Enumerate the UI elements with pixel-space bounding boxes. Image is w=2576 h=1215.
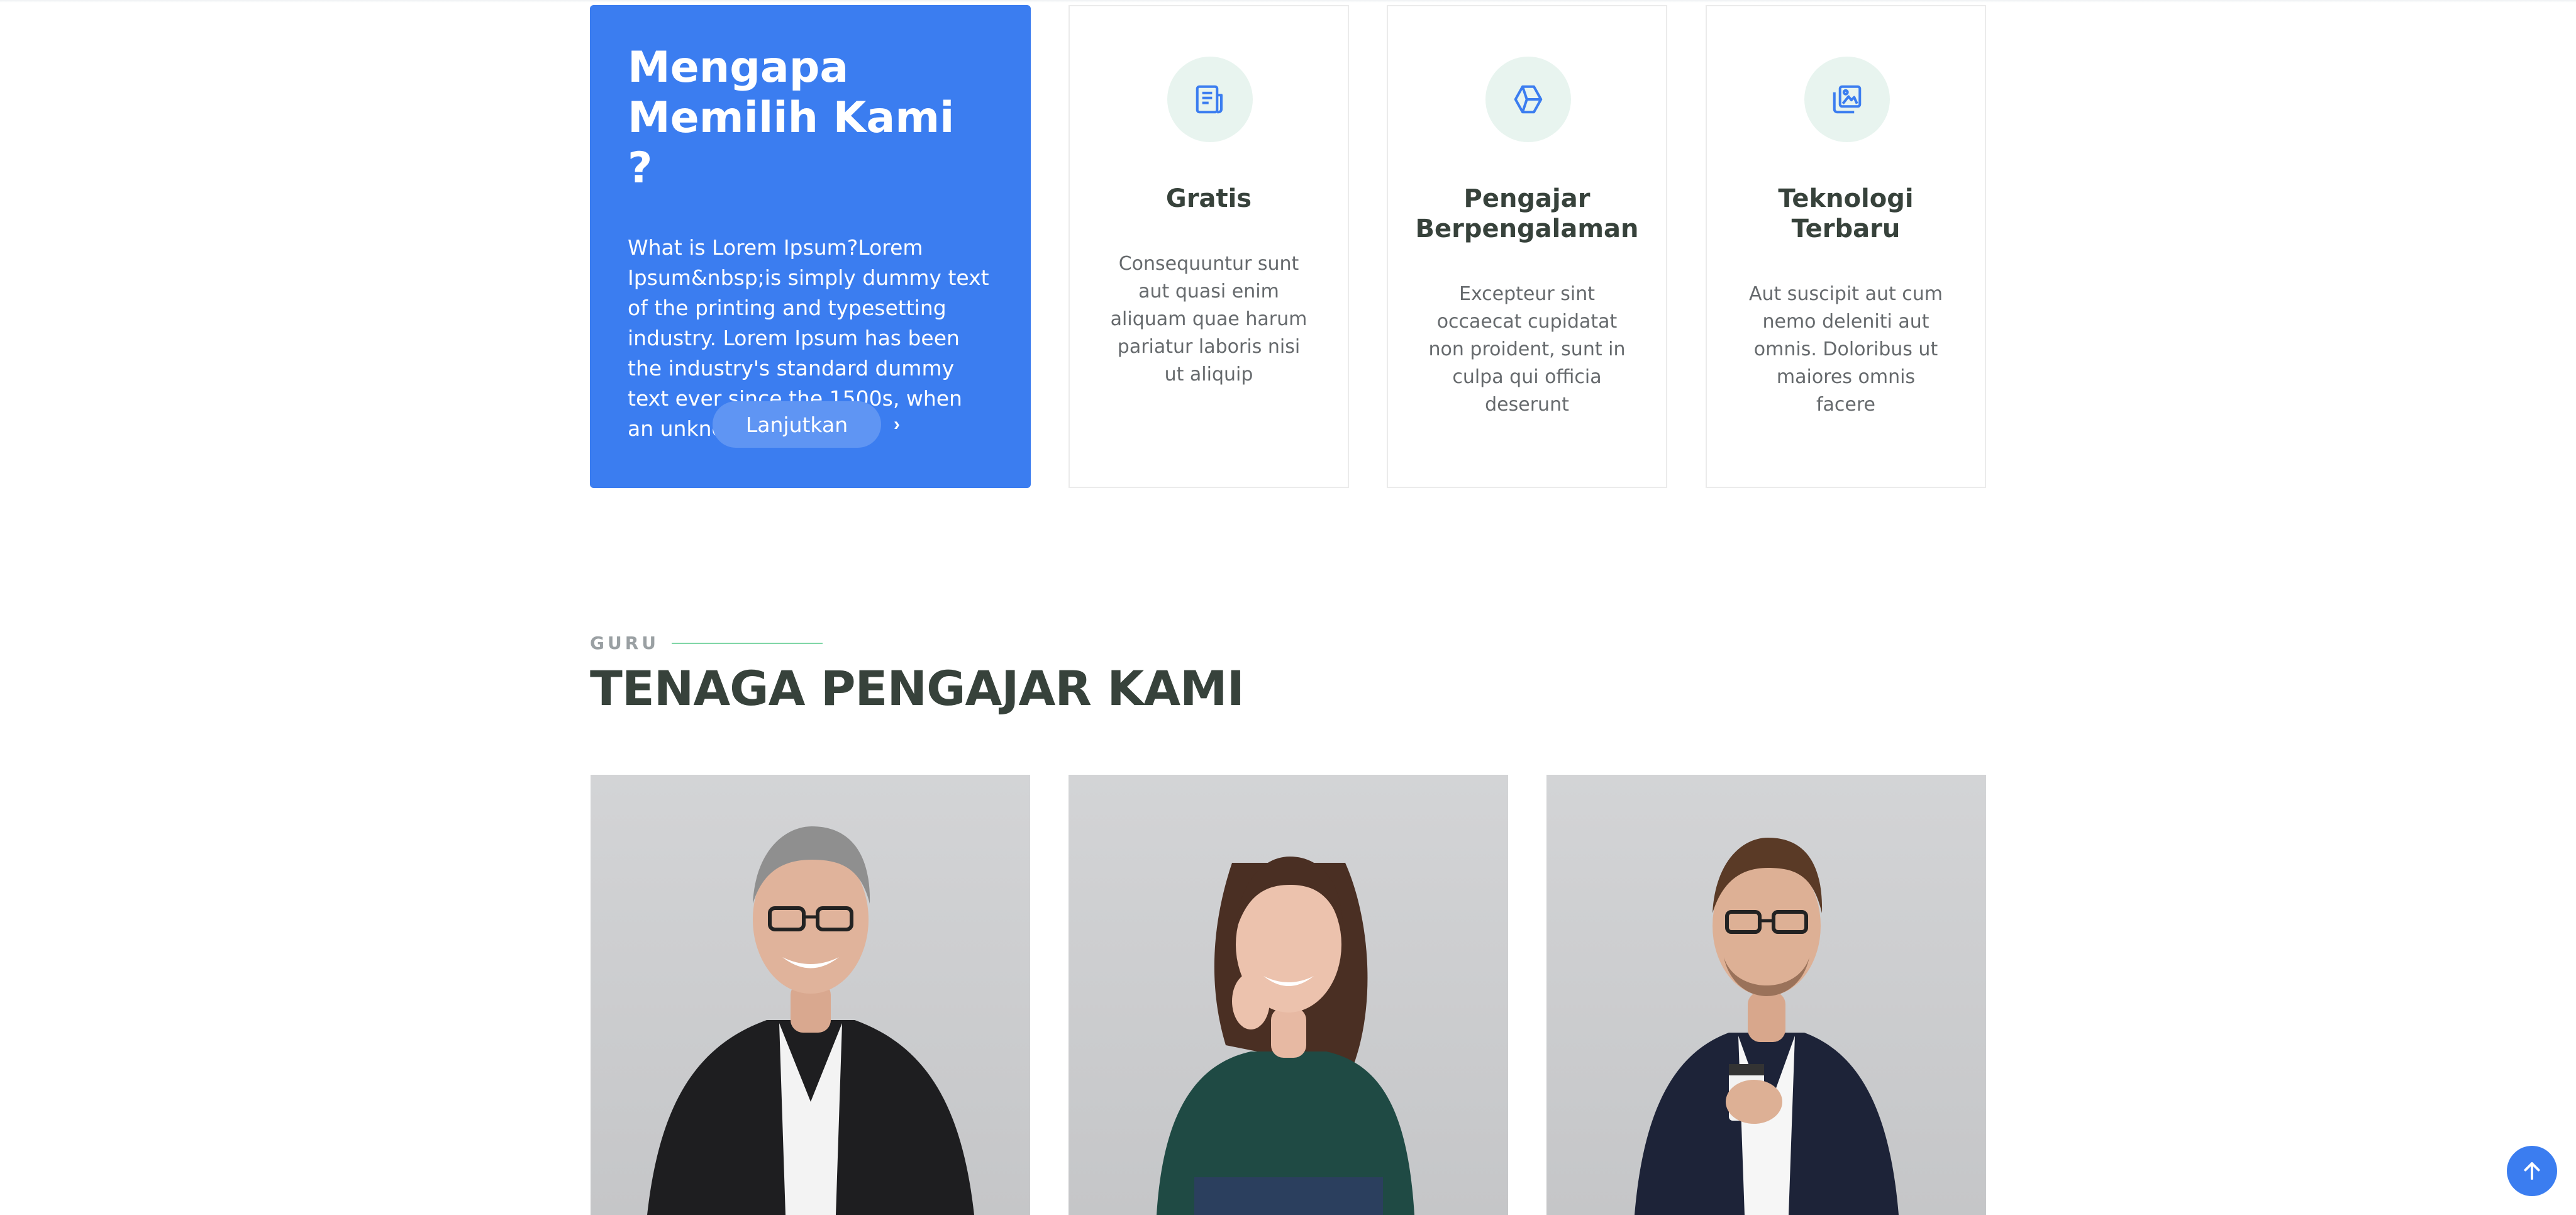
teacher-photo-man-gray-hair[interactable] [591, 775, 1030, 1215]
feature-card-experienced-teachers: Pengajar Berpengalaman Excepteur sint oc… [1387, 5, 1667, 488]
continue-button[interactable]: Lanjutkan [713, 401, 881, 448]
teacher-photo-man-navy-blazer[interactable] [1546, 775, 1986, 1215]
feature-card-free: Gratis Consequuntur sunt aut quasi enim … [1069, 5, 1349, 488]
feature-title-line1: Gratis [1165, 184, 1252, 213]
feature-title: Teknologi Terbaru [1719, 184, 1972, 244]
continue-button-group: Lanjutkan › [713, 401, 900, 448]
section-label: GURU [590, 633, 823, 653]
why-choose-us-card: Mengapa Memilih Kami ? What is Lorem Ips… [590, 5, 1031, 488]
feature-title-line2: Terbaru [1791, 214, 1901, 243]
arrow-up-icon [2524, 1162, 2540, 1180]
back-to-top-button[interactable] [2507, 1146, 2557, 1196]
feature-title: Gratis [1082, 184, 1335, 214]
why-title-line2: Memilih Kami ? [628, 93, 955, 193]
section-label-divider [672, 642, 823, 644]
header-shadow [0, 0, 2576, 3]
chevron-right-icon[interactable]: › [894, 414, 900, 435]
feature-description: Excepteur sint occaecat cupidatat non pr… [1428, 283, 1626, 416]
section-title: TENAGA PENGAJAR KAMI [590, 660, 1245, 716]
feature-card-latest-technology: Teknologi Terbaru Aut suscipit aut cum n… [1706, 5, 1986, 488]
feature-description: Aut suscipit aut cum nemo deleniti aut o… [1748, 283, 1943, 416]
teacher-photo-woman-green-shirt[interactable] [1069, 775, 1508, 1215]
images-icon [1804, 57, 1890, 142]
feature-description: Consequuntur sunt aut quasi enim aliquam… [1110, 253, 1307, 386]
feature-title-line1: Pengajar [1463, 184, 1591, 213]
cube-icon [1485, 57, 1571, 142]
section-label-text: GURU [590, 633, 660, 653]
newspaper-icon [1167, 57, 1253, 142]
why-title: Mengapa Memilih Kami ? [628, 43, 993, 194]
feature-title: Pengajar Berpengalaman [1401, 184, 1653, 244]
feature-title-line2: Berpengalaman [1415, 214, 1639, 243]
feature-title-line1: Teknologi [1778, 184, 1914, 213]
why-title-line1: Mengapa [628, 43, 849, 92]
